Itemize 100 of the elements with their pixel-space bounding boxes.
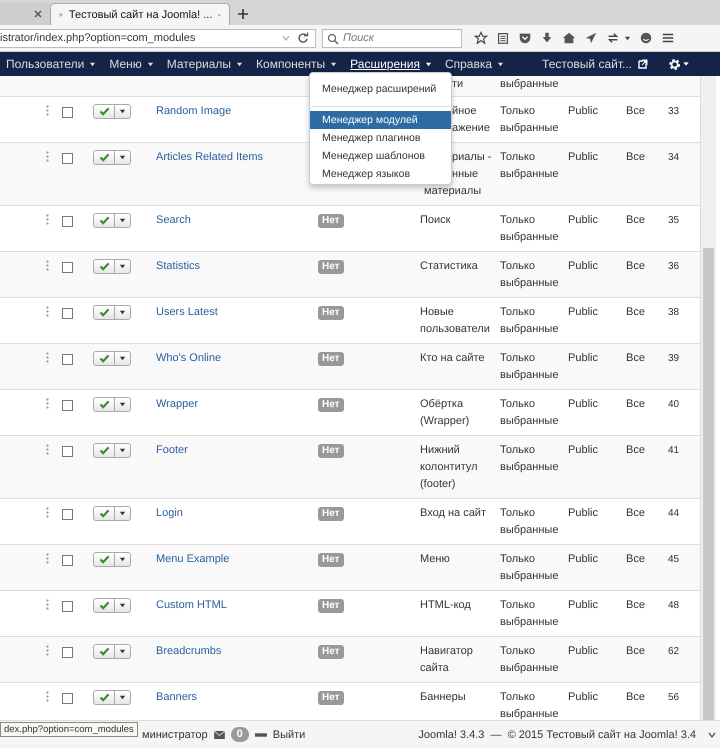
clipboard-icon[interactable] bbox=[496, 31, 510, 45]
publish-toggle[interactable] bbox=[93, 598, 115, 613]
module-title-link[interactable]: Who's Online bbox=[156, 350, 222, 367]
module-title-link[interactable]: Statistics bbox=[156, 258, 200, 275]
browser-tab[interactable] bbox=[0, 3, 50, 25]
caret-button[interactable] bbox=[115, 305, 131, 320]
publish-toggle[interactable] bbox=[93, 305, 115, 320]
publish-toggle[interactable] bbox=[93, 443, 115, 458]
drag-handle-icon[interactable] bbox=[46, 214, 49, 225]
caret-button[interactable] bbox=[115, 213, 131, 228]
module-title-link[interactable]: Wrapper bbox=[156, 396, 198, 413]
smiley-icon[interactable] bbox=[639, 31, 653, 45]
module-title-link[interactable]: Breadcrumbs bbox=[156, 643, 222, 660]
row-checkbox[interactable] bbox=[62, 446, 73, 457]
module-title-link[interactable]: Footer bbox=[156, 442, 188, 459]
module-title-link[interactable]: Custom HTML bbox=[156, 597, 227, 614]
send-icon[interactable] bbox=[584, 31, 598, 45]
module-title-link[interactable]: Users Latest bbox=[156, 304, 218, 321]
module-title-link[interactable]: Menu Example bbox=[156, 551, 230, 568]
caret-button[interactable] bbox=[115, 104, 131, 119]
row-checkbox[interactable] bbox=[62, 153, 73, 164]
row-checkbox[interactable] bbox=[62, 400, 73, 411]
publish-toggle[interactable] bbox=[93, 150, 115, 165]
drag-handle-icon[interactable] bbox=[46, 507, 49, 518]
caret-button[interactable] bbox=[115, 690, 131, 705]
row-checkbox[interactable] bbox=[62, 647, 73, 658]
publish-toggle[interactable] bbox=[93, 552, 115, 567]
nav-menu[interactable]: Пользователи bbox=[4, 52, 104, 76]
reload-icon[interactable] bbox=[297, 32, 309, 44]
external-link-icon[interactable] bbox=[638, 59, 648, 69]
publish-toggle[interactable] bbox=[93, 259, 115, 274]
caret-button[interactable] bbox=[115, 506, 131, 521]
browser-tab[interactable]: Тестовый сайт на Joomla! ... bbox=[50, 3, 230, 25]
caret-button[interactable] bbox=[115, 644, 131, 659]
row-checkbox[interactable] bbox=[62, 693, 73, 704]
star-icon[interactable] bbox=[474, 31, 488, 45]
nav-menu[interactable]: Справка bbox=[442, 52, 512, 76]
publish-toggle[interactable] bbox=[93, 213, 115, 228]
nav-menu[interactable]: Материалы bbox=[164, 52, 250, 76]
drag-handle-icon[interactable] bbox=[46, 553, 49, 564]
new-tab-icon[interactable] bbox=[238, 9, 248, 19]
row-checkbox[interactable] bbox=[62, 354, 73, 365]
type-cell-text: Меню bbox=[420, 552, 451, 567]
home-icon[interactable] bbox=[562, 31, 576, 45]
publish-toggle[interactable] bbox=[93, 351, 115, 366]
caret-button[interactable] bbox=[115, 443, 131, 458]
row-checkbox[interactable] bbox=[62, 601, 73, 612]
publish-toggle[interactable] bbox=[93, 690, 115, 705]
user-name[interactable]: министратор bbox=[142, 728, 208, 740]
module-title-link[interactable]: Search bbox=[156, 212, 191, 229]
module-title-link[interactable]: Login bbox=[156, 505, 183, 522]
dropdown-icon[interactable] bbox=[281, 33, 291, 43]
caret-icon[interactable] bbox=[624, 34, 631, 42]
drag-handle-icon[interactable] bbox=[46, 398, 49, 409]
module-title-link[interactable]: Articles Related Items bbox=[156, 149, 263, 166]
menu-item[interactable]: Менеджер модулей bbox=[310, 111, 451, 129]
drag-handle-icon[interactable] bbox=[46, 260, 49, 271]
drag-handle-icon[interactable] bbox=[46, 691, 49, 702]
caret-button[interactable] bbox=[115, 598, 131, 613]
scroll-down-icon[interactable] bbox=[708, 730, 716, 738]
menu-item[interactable]: Менеджер расширений bbox=[310, 76, 451, 104]
nav-menu[interactable]: Компоненты bbox=[254, 52, 344, 76]
menu-icon[interactable] bbox=[661, 31, 675, 45]
download-icon[interactable] bbox=[540, 31, 554, 45]
type-cell-text: Баннеры bbox=[420, 690, 467, 705]
menu-item[interactable]: Менеджер плагинов bbox=[310, 129, 451, 147]
row-checkbox[interactable] bbox=[62, 308, 73, 319]
drag-handle-icon[interactable] bbox=[46, 352, 49, 363]
drag-handle-icon[interactable] bbox=[46, 306, 49, 317]
address-field[interactable]: istrator/index.php?option=com_modules bbox=[0, 28, 316, 48]
caret-button[interactable] bbox=[115, 552, 131, 567]
close-icon[interactable] bbox=[34, 10, 42, 18]
drag-handle-icon[interactable] bbox=[46, 599, 49, 610]
settings-icon[interactable] bbox=[668, 58, 690, 70]
nav-menu[interactable]: Меню bbox=[107, 52, 161, 76]
drag-handle-icon[interactable] bbox=[46, 105, 49, 116]
drag-handle-icon[interactable] bbox=[46, 151, 49, 162]
site-link[interactable]: Тестовый сайт... bbox=[542, 57, 632, 71]
caret-button[interactable] bbox=[115, 259, 131, 274]
caret-button[interactable] bbox=[115, 150, 131, 165]
module-title-link[interactable]: Random Image bbox=[156, 103, 232, 120]
row-checkbox[interactable] bbox=[62, 216, 73, 227]
publish-toggle[interactable] bbox=[93, 397, 115, 412]
row-checkbox[interactable] bbox=[62, 555, 73, 566]
module-title-link[interactable]: Banners bbox=[156, 689, 197, 706]
caret-button[interactable] bbox=[115, 351, 131, 366]
logout-link[interactable]: Выйти bbox=[272, 728, 306, 740]
publish-toggle[interactable] bbox=[93, 506, 115, 521]
publish-toggle[interactable] bbox=[93, 644, 115, 659]
publish-toggle[interactable] bbox=[93, 104, 115, 119]
scrollbar[interactable] bbox=[700, 76, 716, 720]
sync-icon[interactable] bbox=[606, 31, 620, 45]
row-checkbox[interactable] bbox=[62, 107, 73, 118]
row-checkbox[interactable] bbox=[62, 509, 73, 520]
caret-button[interactable] bbox=[115, 397, 131, 412]
row-checkbox[interactable] bbox=[62, 262, 73, 273]
drag-handle-icon[interactable] bbox=[46, 645, 49, 656]
drag-handle-icon[interactable] bbox=[46, 444, 49, 455]
pocket-icon[interactable] bbox=[518, 31, 532, 45]
search-field[interactable]: Поиск bbox=[322, 28, 462, 48]
